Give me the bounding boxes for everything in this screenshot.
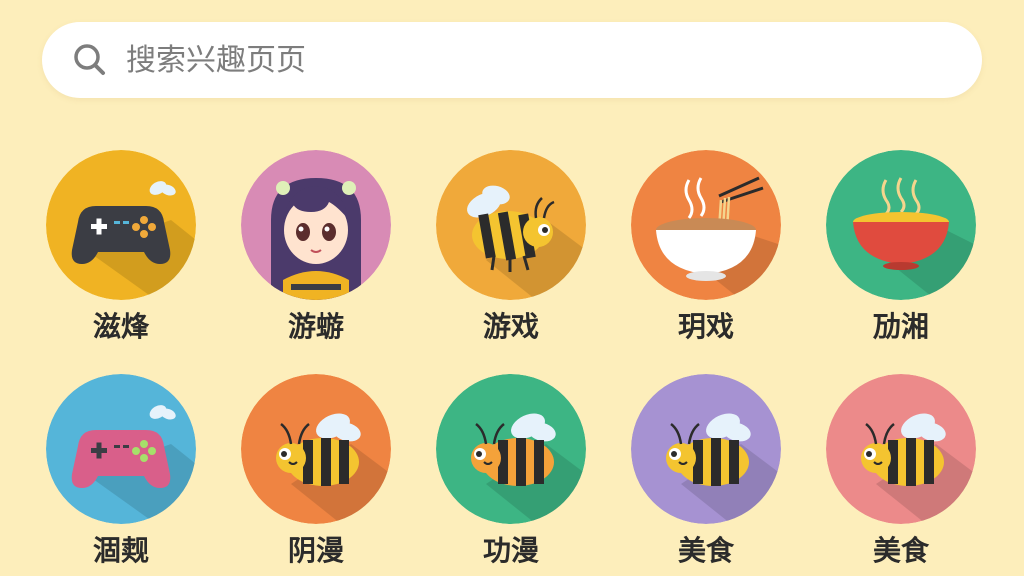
category-item[interactable]: 美食 <box>816 374 986 574</box>
category-item[interactable]: 涸觌 <box>36 374 206 574</box>
interest-grid: 滋烽 游蝣 游戏 玥戏 劢湘 涸觌 阴漫 功漫 美食 美食 <box>0 0 1024 576</box>
category-label: 游戏 <box>482 310 539 343</box>
noodle-bowl-icon <box>631 150 781 300</box>
category-item[interactable]: 游蝣 <box>231 150 401 350</box>
category-item[interactable]: 美食 <box>621 374 791 574</box>
gamepad-icon <box>46 374 196 524</box>
category-label: 阴漫 <box>287 534 344 567</box>
category-label: 游蝣 <box>287 310 344 343</box>
bee-icon <box>436 150 586 300</box>
category-circle <box>631 150 781 300</box>
category-item[interactable]: 阴漫 <box>231 374 401 574</box>
bee-icon <box>826 374 976 524</box>
category-circle <box>241 150 391 300</box>
soup-bowl-icon <box>826 150 976 300</box>
category-circle <box>826 374 976 524</box>
category-label: 美食 <box>872 534 929 567</box>
category-item[interactable]: 滋烽 <box>36 150 206 350</box>
category-item[interactable]: 玥戏 <box>621 150 791 350</box>
category-circle <box>826 150 976 300</box>
category-item[interactable]: 功漫 <box>426 374 596 574</box>
bee-icon <box>631 374 781 524</box>
category-circle <box>631 374 781 524</box>
anime-girl-icon <box>241 150 391 300</box>
category-circle <box>241 374 391 524</box>
category-circle <box>436 150 586 300</box>
category-label: 涸觌 <box>92 534 149 567</box>
gamepad-icon <box>46 150 196 300</box>
category-circle <box>436 374 586 524</box>
bee-icon <box>241 374 391 524</box>
category-circle <box>46 374 196 524</box>
category-label: 玥戏 <box>677 310 734 343</box>
category-label: 劢湘 <box>872 310 929 343</box>
category-item[interactable]: 游戏 <box>426 150 596 350</box>
category-item[interactable]: 劢湘 <box>816 150 986 350</box>
category-label: 滋烽 <box>92 310 149 343</box>
bee-icon <box>436 374 586 524</box>
category-circle <box>46 150 196 300</box>
category-label: 功漫 <box>482 534 539 567</box>
category-label: 美食 <box>677 534 734 567</box>
